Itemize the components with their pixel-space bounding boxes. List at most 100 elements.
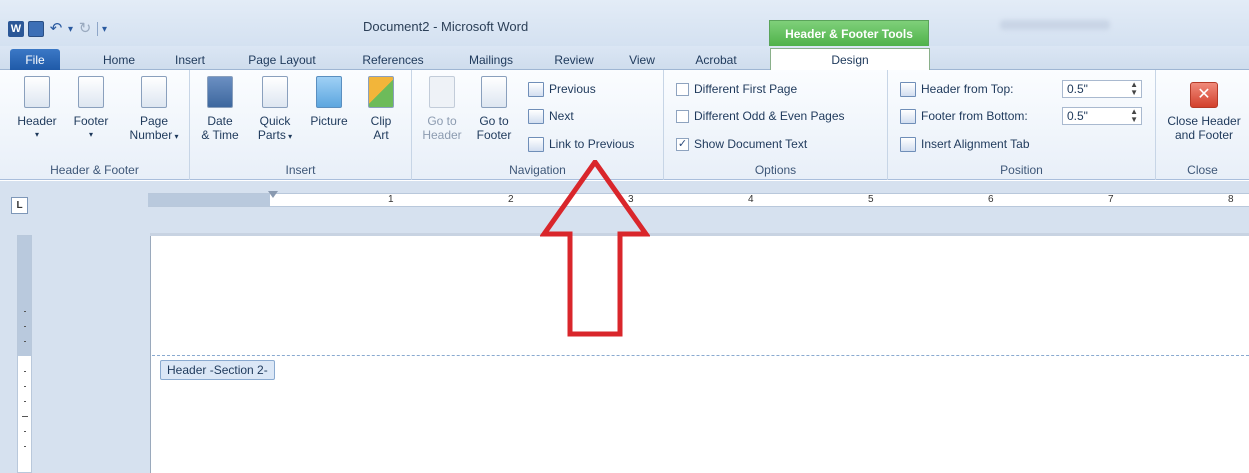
picture-button[interactable]: Picture (304, 76, 354, 128)
previous-button[interactable]: Previous (528, 80, 596, 98)
group-label-close: Close (1187, 163, 1218, 177)
insert-alignment-tab-button[interactable]: Insert Alignment Tab (900, 135, 1030, 153)
vertical-ruler-tick (24, 386, 26, 387)
page-number-icon (141, 76, 167, 108)
vertical-ruler-margin (18, 236, 31, 356)
undo-icon[interactable]: ↶ (48, 21, 64, 37)
save-icon[interactable] (28, 21, 44, 37)
vertical-ruler-tick (24, 326, 26, 327)
close-header-footer-button[interactable]: ✕ Close Header and Footer (1160, 82, 1248, 142)
quick-parts-label-2: Parts (257, 128, 286, 142)
tab-acrobat[interactable]: Acrobat (686, 49, 746, 70)
ruler-number: 8 (1228, 194, 1234, 205)
previous-icon (528, 81, 544, 97)
page-number-button[interactable]: Page Number ▾ (124, 76, 184, 144)
go-to-header-label-1: Go to (427, 114, 457, 128)
tab-home[interactable]: Home (94, 49, 144, 70)
alignment-tab-icon (900, 136, 916, 152)
date-time-button[interactable]: Date & Time (200, 76, 240, 142)
tab-page-layout[interactable]: Page Layout (236, 49, 328, 70)
go-to-header-button[interactable]: Go to Header (420, 76, 464, 142)
vertical-ruler-tick (24, 446, 26, 447)
show-document-text-check-icon: ✓ (676, 137, 689, 151)
ruler-number: 2 (508, 194, 514, 205)
tab-selector-button[interactable]: L (11, 197, 28, 214)
date-time-label-1: Date (207, 114, 233, 128)
clip-art-label-1: Clip (370, 114, 392, 128)
go-to-header-label-2: Header (422, 128, 462, 142)
insert-alignment-tab-label: Insert Alignment Tab (921, 137, 1030, 151)
go-to-footer-button[interactable]: Go to Footer (470, 76, 518, 142)
go-to-footer-icon (481, 76, 507, 108)
header-button-label: Header (17, 114, 57, 128)
footer-button[interactable]: Footer ▾ (66, 76, 116, 142)
header-from-top-label-wrap: Header from Top: (900, 80, 1014, 98)
header-section-tag: Header -Section 2- (160, 360, 275, 380)
tab-review[interactable]: Review (546, 49, 602, 70)
group-options: Different First Page Different Odd & Eve… (664, 70, 888, 180)
show-document-text-checkbox[interactable]: ✓ Show Document Text (676, 135, 807, 153)
next-button[interactable]: Next (528, 107, 574, 125)
annotation-arrow-icon (540, 160, 650, 337)
vertical-ruler[interactable] (17, 235, 32, 473)
header-from-top-label: Header from Top: (921, 82, 1014, 96)
header-position-icon (900, 81, 916, 97)
previous-label: Previous (549, 82, 596, 96)
footer-from-bottom-label: Footer from Bottom: (921, 109, 1028, 123)
picture-label: Picture (310, 114, 348, 128)
group-label-position: Position (1000, 163, 1043, 177)
footer-from-bottom-spinner[interactable]: 0.5" ▲ ▼ (1062, 107, 1142, 125)
vertical-ruler-tick (24, 431, 26, 432)
tab-view[interactable]: View (620, 49, 664, 70)
ruler-number: 6 (988, 194, 994, 205)
vertical-ruler-tick (24, 371, 26, 372)
tab-mailings[interactable]: Mailings (456, 49, 526, 70)
title-bar: W ↶ ▾ ↻ ▾ Document2 - Microsoft Word Hea… (0, 0, 1249, 46)
quick-parts-button[interactable]: Quick Parts ▾ (250, 76, 300, 144)
page-top-edge (150, 233, 1249, 236)
quick-parts-dropdown-icon: ▾ (285, 132, 293, 141)
group-position: Header from Top: 0.5" ▲ ▼ Footer from Bot… (888, 70, 1156, 180)
footer-from-bottom-label-wrap: Footer from Bottom: (900, 107, 1028, 125)
spinner-arrows-icon[interactable]: ▲ ▼ (1130, 108, 1138, 124)
redo-icon[interactable]: ↻ (77, 21, 93, 37)
horizontal-ruler[interactable]: 1 2 3 4 5 6 7 8 (148, 191, 1249, 207)
clip-art-button[interactable]: Clip Art (358, 76, 404, 142)
spinner-arrows-icon[interactable]: ▲ ▼ (1130, 81, 1138, 97)
footer-icon (78, 76, 104, 108)
tab-design[interactable]: Design (770, 48, 930, 71)
tab-file[interactable]: File (10, 49, 60, 70)
next-icon (528, 108, 544, 124)
tab-references[interactable]: References (350, 49, 436, 70)
link-to-previous-label: Link to Previous (549, 137, 635, 151)
picture-icon (316, 76, 342, 108)
contextual-tab-group-label: Header & Footer Tools (769, 20, 929, 46)
footer-from-bottom-value: 0.5" (1067, 109, 1088, 123)
go-to-footer-label-2: Footer (476, 128, 512, 142)
quick-parts-label-1: Quick (259, 114, 291, 128)
clip-art-icon (368, 76, 394, 108)
customize-qat-icon[interactable]: ▾ (102, 24, 107, 35)
different-odd-even-check-icon (676, 109, 689, 123)
different-odd-even-checkbox[interactable]: Different Odd & Even Pages (676, 107, 845, 125)
group-label-insert: Insert (285, 163, 316, 177)
word-logo-icon[interactable]: W (8, 21, 24, 37)
group-label-options: Options (754, 163, 797, 177)
different-first-page-checkbox[interactable]: Different First Page (676, 80, 797, 98)
header-dropdown-icon: ▾ (34, 130, 39, 139)
header-button[interactable]: Header ▾ (14, 76, 60, 142)
indent-marker-icon[interactable] (268, 191, 278, 198)
different-first-page-label: Different First Page (694, 82, 798, 96)
undo-dropdown-icon[interactable]: ▾ (68, 24, 73, 35)
page-number-label-2: Number (129, 128, 173, 142)
ruler-number: 5 (868, 194, 874, 205)
footer-position-icon (900, 108, 916, 124)
toolbar-separator (97, 22, 99, 36)
header-from-top-value: 0.5" (1067, 82, 1088, 96)
document-page[interactable] (150, 233, 1249, 473)
tab-insert[interactable]: Insert (165, 49, 215, 70)
header-from-top-spinner[interactable]: 0.5" ▲ ▼ (1062, 80, 1142, 98)
different-first-page-check-icon (676, 82, 689, 96)
link-to-previous-button[interactable]: Link to Previous (528, 135, 634, 153)
vertical-ruler-tick (24, 401, 26, 402)
